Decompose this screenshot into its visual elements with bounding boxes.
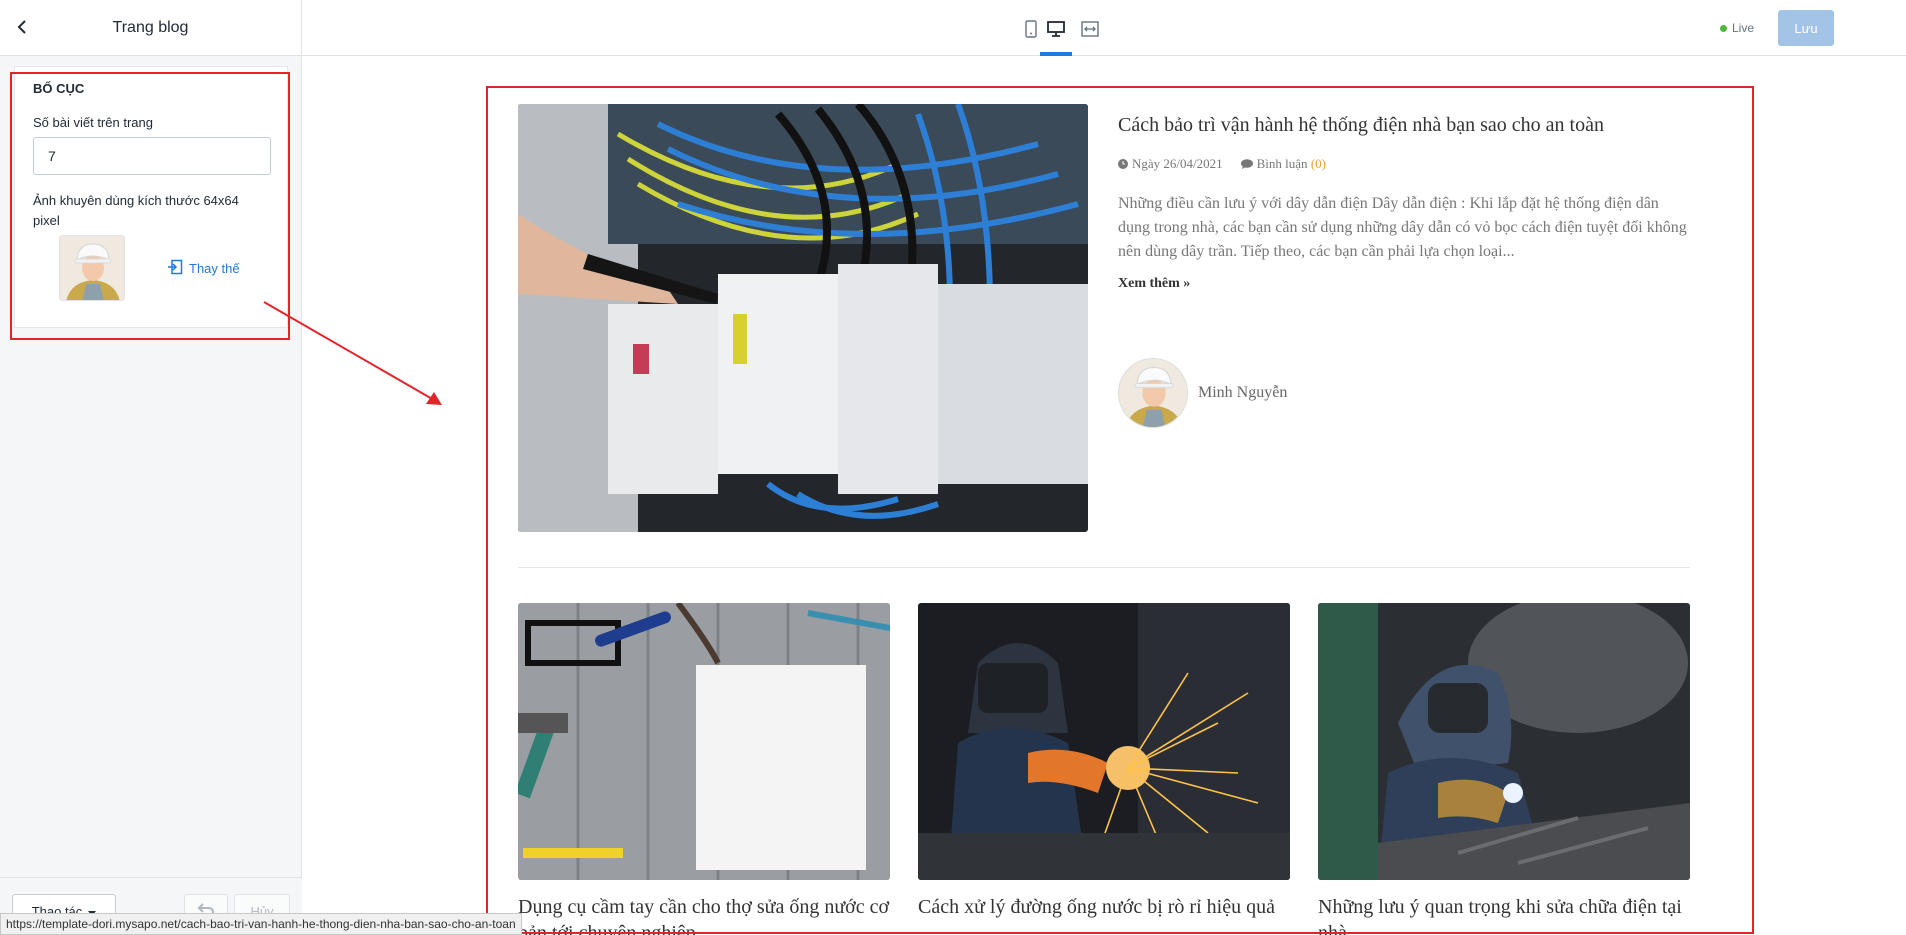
posts-per-page-label: Số bài viết trên trang — [33, 115, 153, 130]
section-divider — [518, 567, 1690, 568]
back-chevron-icon[interactable] — [12, 16, 34, 38]
featured-post-image[interactable] — [518, 104, 1088, 532]
featured-post-meta: Ngày 26/04/2021 Bình luận (0) — [1118, 156, 1326, 173]
replace-icon — [167, 259, 183, 278]
blog-card-image[interactable] — [918, 603, 1290, 880]
blog-card: Những lưu ý quan trọng khi sửa chữa điện… — [1318, 603, 1690, 935]
live-dot-icon — [1720, 24, 1727, 32]
live-label: Live — [1732, 21, 1755, 35]
live-status: Live — [1720, 21, 1754, 35]
blog-card-title[interactable]: Cách xử lý đường ống nước bị rò rỉ hiệu … — [918, 894, 1290, 920]
featured-post-excerpt: Những điều cần lưu ý với dây dẫn điện Dâ… — [1118, 195, 1687, 260]
featured-post-title[interactable]: Cách bảo trì vận hành hệ thống điện nhà … — [1118, 114, 1604, 137]
posts-per-page-input[interactable]: 7 — [33, 137, 271, 175]
editor-topbar: Live Lưu — [302, 0, 1906, 56]
blog-card-title[interactable]: Những lưu ý quan trọng khi sửa chữa điện… — [1318, 894, 1690, 935]
replace-image-button[interactable]: Thay thế — [167, 259, 240, 278]
section-title: BỐ CỤC — [33, 81, 85, 96]
blog-card: Dụng cụ cầm tay cần cho thợ sửa ống nước… — [518, 603, 890, 935]
comments-label: Bình luận — [1256, 156, 1308, 171]
desktop-view-icon[interactable] — [1045, 18, 1067, 40]
author-avatar-thumbnail[interactable] — [59, 235, 125, 301]
sidebar-header: Trang blog — [0, 0, 301, 56]
blog-card-title[interactable]: Dụng cụ cầm tay cần cho thợ sửa ống nước… — [518, 894, 890, 935]
blog-card: Cách xử lý đường ống nước bị rò rỉ hiệu … — [918, 603, 1290, 920]
store-preview: Cách bảo trì vận hành hệ thống điện nhà … — [302, 57, 1906, 935]
save-button[interactable]: Lưu — [1778, 10, 1834, 46]
post-date: Ngày 26/04/2021 — [1118, 156, 1223, 173]
image-size-hint: Ảnh khuyên dùng kích thước 64x64 pixel — [33, 193, 239, 228]
comment-icon — [1240, 157, 1253, 173]
post-date-text: Ngày 26/04/2021 — [1132, 156, 1223, 171]
blog-card-image[interactable] — [1318, 603, 1690, 880]
fullwidth-view-icon[interactable] — [1079, 18, 1101, 40]
author-avatar — [1118, 358, 1188, 428]
active-device-indicator — [1040, 52, 1072, 56]
author-name: Minh Nguyễn — [1198, 384, 1288, 401]
clock-icon — [1118, 157, 1128, 173]
sidebar-title: Trang blog — [112, 18, 189, 36]
settings-sidebar: Trang blog BỐ CỤC Số bài viết trên trang… — [0, 0, 302, 935]
browser-status-url: https://template-dori.mysapo.net/cach-ba… — [0, 913, 522, 935]
post-comments: Bình luận (0) — [1240, 156, 1326, 173]
mobile-view-icon[interactable] — [1020, 18, 1042, 40]
read-more-link[interactable]: Xem thêm » — [1118, 276, 1190, 292]
post-author: Minh Nguyễn — [1118, 358, 1287, 428]
layout-settings-card: BỐ CỤC Số bài viết trên trang 7 Ảnh khuy… — [14, 66, 288, 328]
blog-card-image[interactable] — [518, 603, 890, 880]
comments-count: (0) — [1310, 156, 1326, 171]
theme-editor: Trang blog BỐ CỤC Số bài viết trên trang… — [0, 0, 1906, 935]
replace-label: Thay thế — [189, 261, 240, 276]
